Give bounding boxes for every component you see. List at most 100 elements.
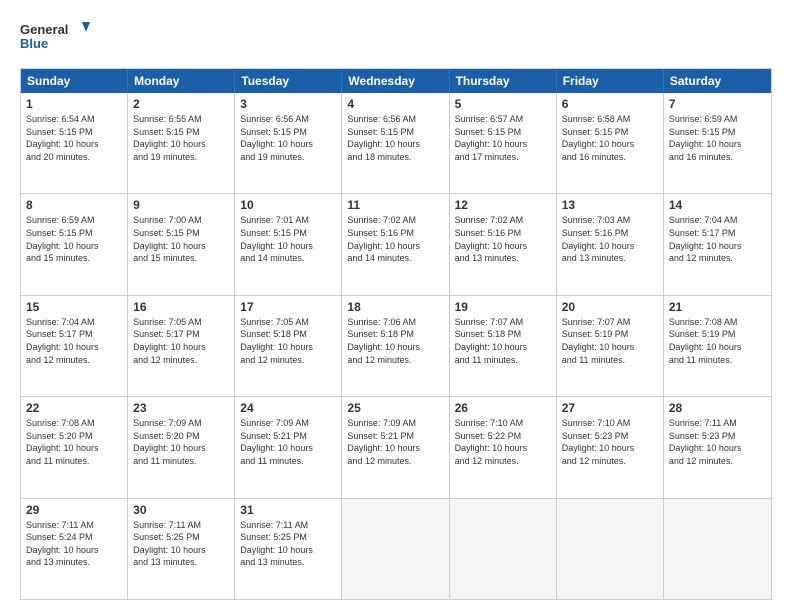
week-row-5: 29Sunrise: 7:11 AM Sunset: 5:24 PM Dayli… (21, 498, 771, 599)
day-cell-28: 28 Sunrise: 7:11 AM Sunset: 5:23 PM Dayli… (664, 397, 771, 497)
day-cell-29: 29Sunrise: 7:11 AM Sunset: 5:24 PM Dayli… (21, 499, 128, 599)
calendar-body: 1 Sunrise: 6:54 AM Sunset: 5:15 PM Daylig… (21, 93, 771, 599)
day-cell-2: 2 Sunrise: 6:55 AM Sunset: 5:15 PM Daylig… (128, 93, 235, 193)
day-info: Sunrise: 7:09 AM Sunset: 5:20 PM Dayligh… (133, 417, 229, 467)
day-info: Sunrise: 7:07 AM Sunset: 5:18 PM Dayligh… (455, 316, 551, 366)
day-number: 11 (347, 198, 443, 212)
day-number: 27 (562, 401, 658, 415)
day-cell-30: 30 Sunrise: 7:11 AM Sunset: 5:25 PM Dayli… (128, 499, 235, 599)
day-number: 28 (669, 401, 766, 415)
day-cell-34 (557, 499, 664, 599)
day-cell-11: 11 Sunrise: 7:02 AM Sunset: 5:16 PM Dayli… (342, 194, 449, 294)
day-cell-6: 6 Sunrise: 6:58 AM Sunset: 5:15 PM Daylig… (557, 93, 664, 193)
day-info: Sunrise: 6:57 AM Sunset: 5:15 PM Dayligh… (455, 113, 551, 163)
day-number: 18 (347, 300, 443, 314)
day-cell-21: 21 Sunrise: 7:08 AM Sunset: 5:19 PM Dayli… (664, 296, 771, 396)
svg-text:Blue: Blue (20, 36, 48, 51)
day-cell-22: 22 Sunrise: 7:08 AM Sunset: 5:20 PM Dayli… (21, 397, 128, 497)
day-number: 16 (133, 300, 229, 314)
day-info: Sunrise: 7:10 AM Sunset: 5:23 PM Dayligh… (562, 417, 658, 467)
day-number: 3 (240, 97, 336, 111)
day-number: 5 (455, 97, 551, 111)
day-cell-9: 9 Sunrise: 7:00 AM Sunset: 5:15 PM Daylig… (128, 194, 235, 294)
day-info: Sunrise: 6:59 AM Sunset: 5:15 PM Dayligh… (26, 214, 122, 264)
header-tuesday: Tuesday (235, 69, 342, 93)
day-cell-15: 15Sunrise: 7:04 AM Sunset: 5:17 PM Dayli… (21, 296, 128, 396)
day-number: 10 (240, 198, 336, 212)
day-info: Sunrise: 7:04 AM Sunset: 5:17 PM Dayligh… (669, 214, 766, 264)
day-number: 14 (669, 198, 766, 212)
header-thursday: Thursday (450, 69, 557, 93)
day-info: Sunrise: 6:58 AM Sunset: 5:15 PM Dayligh… (562, 113, 658, 163)
header-sunday: Sunday (21, 69, 128, 93)
day-info: Sunrise: 6:55 AM Sunset: 5:15 PM Dayligh… (133, 113, 229, 163)
day-info: Sunrise: 7:11 AM Sunset: 5:23 PM Dayligh… (669, 417, 766, 467)
day-info: Sunrise: 7:04 AM Sunset: 5:17 PM Dayligh… (26, 316, 122, 366)
day-number: 9 (133, 198, 229, 212)
day-number: 13 (562, 198, 658, 212)
logo-svg: General Blue (20, 18, 90, 58)
day-cell-19: 19 Sunrise: 7:07 AM Sunset: 5:18 PM Dayli… (450, 296, 557, 396)
day-cell-17: 17 Sunrise: 7:05 AM Sunset: 5:18 PM Dayli… (235, 296, 342, 396)
day-number: 20 (562, 300, 658, 314)
day-cell-4: 4Sunrise: 6:56 AM Sunset: 5:15 PM Daylig… (342, 93, 449, 193)
day-cell-12: 12Sunrise: 7:02 AM Sunset: 5:16 PM Dayli… (450, 194, 557, 294)
day-cell-14: 14 Sunrise: 7:04 AM Sunset: 5:17 PM Dayli… (664, 194, 771, 294)
calendar: Sunday Monday Tuesday Wednesday Thursday… (20, 68, 772, 600)
day-cell-24: 24 Sunrise: 7:09 AM Sunset: 5:21 PM Dayli… (235, 397, 342, 497)
day-number: 17 (240, 300, 336, 314)
day-info: Sunrise: 7:09 AM Sunset: 5:21 PM Dayligh… (240, 417, 336, 467)
day-number: 1 (26, 97, 122, 111)
day-cell-16: 16 Sunrise: 7:05 AM Sunset: 5:17 PM Dayli… (128, 296, 235, 396)
day-number: 22 (26, 401, 122, 415)
day-info: Sunrise: 7:02 AM Sunset: 5:16 PM Dayligh… (347, 214, 443, 264)
day-number: 8 (26, 198, 122, 212)
day-info: Sunrise: 7:00 AM Sunset: 5:15 PM Dayligh… (133, 214, 229, 264)
day-number: 23 (133, 401, 229, 415)
day-cell-25: 25 Sunrise: 7:09 AM Sunset: 5:21 PM Dayli… (342, 397, 449, 497)
week-row-4: 22 Sunrise: 7:08 AM Sunset: 5:20 PM Dayli… (21, 396, 771, 497)
day-info: Sunrise: 6:56 AM Sunset: 5:15 PM Dayligh… (347, 113, 443, 163)
day-cell-13: 13 Sunrise: 7:03 AM Sunset: 5:16 PM Dayli… (557, 194, 664, 294)
day-cell-20: 20Sunrise: 7:07 AM Sunset: 5:19 PM Dayli… (557, 296, 664, 396)
day-info: Sunrise: 6:54 AM Sunset: 5:15 PM Dayligh… (26, 113, 122, 163)
day-cell-23: 23 Sunrise: 7:09 AM Sunset: 5:20 PM Dayli… (128, 397, 235, 497)
day-number: 19 (455, 300, 551, 314)
week-row-1: 1 Sunrise: 6:54 AM Sunset: 5:15 PM Daylig… (21, 93, 771, 193)
header-saturday: Saturday (664, 69, 771, 93)
day-info: Sunrise: 7:05 AM Sunset: 5:17 PM Dayligh… (133, 316, 229, 366)
day-cell-7: 7Sunrise: 6:59 AM Sunset: 5:15 PM Daylig… (664, 93, 771, 193)
day-cell-31: 31Sunrise: 7:11 AM Sunset: 5:25 PM Dayli… (235, 499, 342, 599)
day-number: 30 (133, 503, 229, 517)
day-info: Sunrise: 7:06 AM Sunset: 5:18 PM Dayligh… (347, 316, 443, 366)
header-monday: Monday (128, 69, 235, 93)
day-number: 6 (562, 97, 658, 111)
header: General Blue (20, 18, 772, 58)
day-cell-10: 10 Sunrise: 7:01 AM Sunset: 5:15 PM Dayli… (235, 194, 342, 294)
day-cell-35 (664, 499, 771, 599)
day-info: Sunrise: 7:08 AM Sunset: 5:19 PM Dayligh… (669, 316, 766, 366)
day-number: 21 (669, 300, 766, 314)
week-row-3: 15Sunrise: 7:04 AM Sunset: 5:17 PM Dayli… (21, 295, 771, 396)
day-number: 29 (26, 503, 122, 517)
day-info: Sunrise: 7:05 AM Sunset: 5:18 PM Dayligh… (240, 316, 336, 366)
day-info: Sunrise: 7:11 AM Sunset: 5:25 PM Dayligh… (133, 519, 229, 569)
day-number: 2 (133, 97, 229, 111)
day-cell-3: 3 Sunrise: 6:56 AM Sunset: 5:15 PM Daylig… (235, 93, 342, 193)
day-number: 25 (347, 401, 443, 415)
day-info: Sunrise: 7:03 AM Sunset: 5:16 PM Dayligh… (562, 214, 658, 264)
day-number: 24 (240, 401, 336, 415)
day-info: Sunrise: 7:01 AM Sunset: 5:15 PM Dayligh… (240, 214, 336, 264)
logo: General Blue (20, 18, 90, 58)
day-info: Sunrise: 7:11 AM Sunset: 5:25 PM Dayligh… (240, 519, 336, 569)
calendar-header: Sunday Monday Tuesday Wednesday Thursday… (21, 69, 771, 93)
day-cell-32 (342, 499, 449, 599)
day-cell-8: 8 Sunrise: 6:59 AM Sunset: 5:15 PM Daylig… (21, 194, 128, 294)
day-cell-33 (450, 499, 557, 599)
day-info: Sunrise: 7:08 AM Sunset: 5:20 PM Dayligh… (26, 417, 122, 467)
day-info: Sunrise: 6:56 AM Sunset: 5:15 PM Dayligh… (240, 113, 336, 163)
day-info: Sunrise: 7:09 AM Sunset: 5:21 PM Dayligh… (347, 417, 443, 467)
day-info: Sunrise: 7:10 AM Sunset: 5:22 PM Dayligh… (455, 417, 551, 467)
day-number: 12 (455, 198, 551, 212)
header-wednesday: Wednesday (342, 69, 449, 93)
